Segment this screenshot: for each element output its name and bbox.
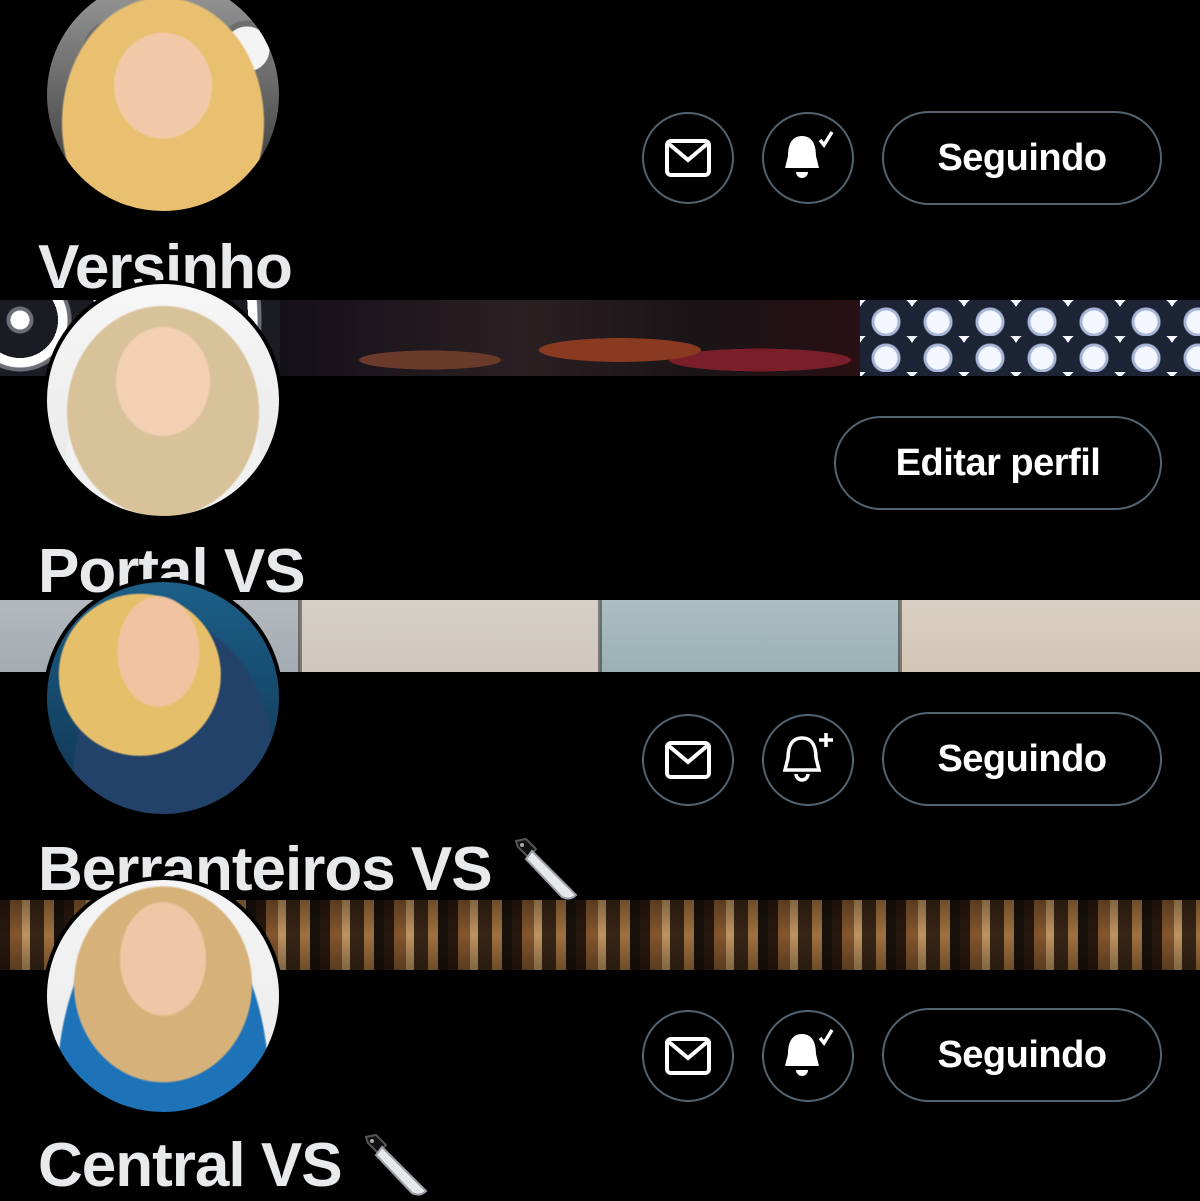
kitchen-knife-icon: [514, 837, 578, 900]
mail-icon: [665, 741, 711, 779]
following-button[interactable]: Seguindo: [882, 712, 1162, 806]
display-name: Central VS: [38, 1131, 343, 1200]
following-button[interactable]: Seguindo: [882, 1008, 1162, 1102]
profile-header-versinho: Seguindo Versinho: [0, 0, 1200, 302]
edit-profile-button[interactable]: Editar perfil: [834, 416, 1162, 510]
avatar[interactable]: [43, 0, 283, 215]
message-button[interactable]: [642, 714, 734, 806]
message-button[interactable]: [642, 112, 734, 204]
notifications-button[interactable]: [762, 714, 854, 806]
bell-plus-icon: [782, 733, 833, 782]
message-button[interactable]: [642, 1010, 734, 1102]
avatar[interactable]: [43, 578, 283, 818]
kitchen-knife-icon: [364, 1133, 427, 1196]
mail-icon: [665, 139, 711, 177]
notifications-button[interactable]: [762, 112, 854, 204]
following-button[interactable]: Seguindo: [882, 111, 1162, 205]
avatar[interactable]: [43, 280, 283, 520]
mail-icon: [665, 1037, 711, 1075]
notifications-button[interactable]: [762, 1010, 854, 1102]
bell-subscribed-icon: [785, 131, 834, 178]
profile-name: Central VS: [38, 1130, 432, 1201]
avatar[interactable]: [43, 876, 283, 1116]
bell-subscribed-icon: [785, 1029, 834, 1076]
